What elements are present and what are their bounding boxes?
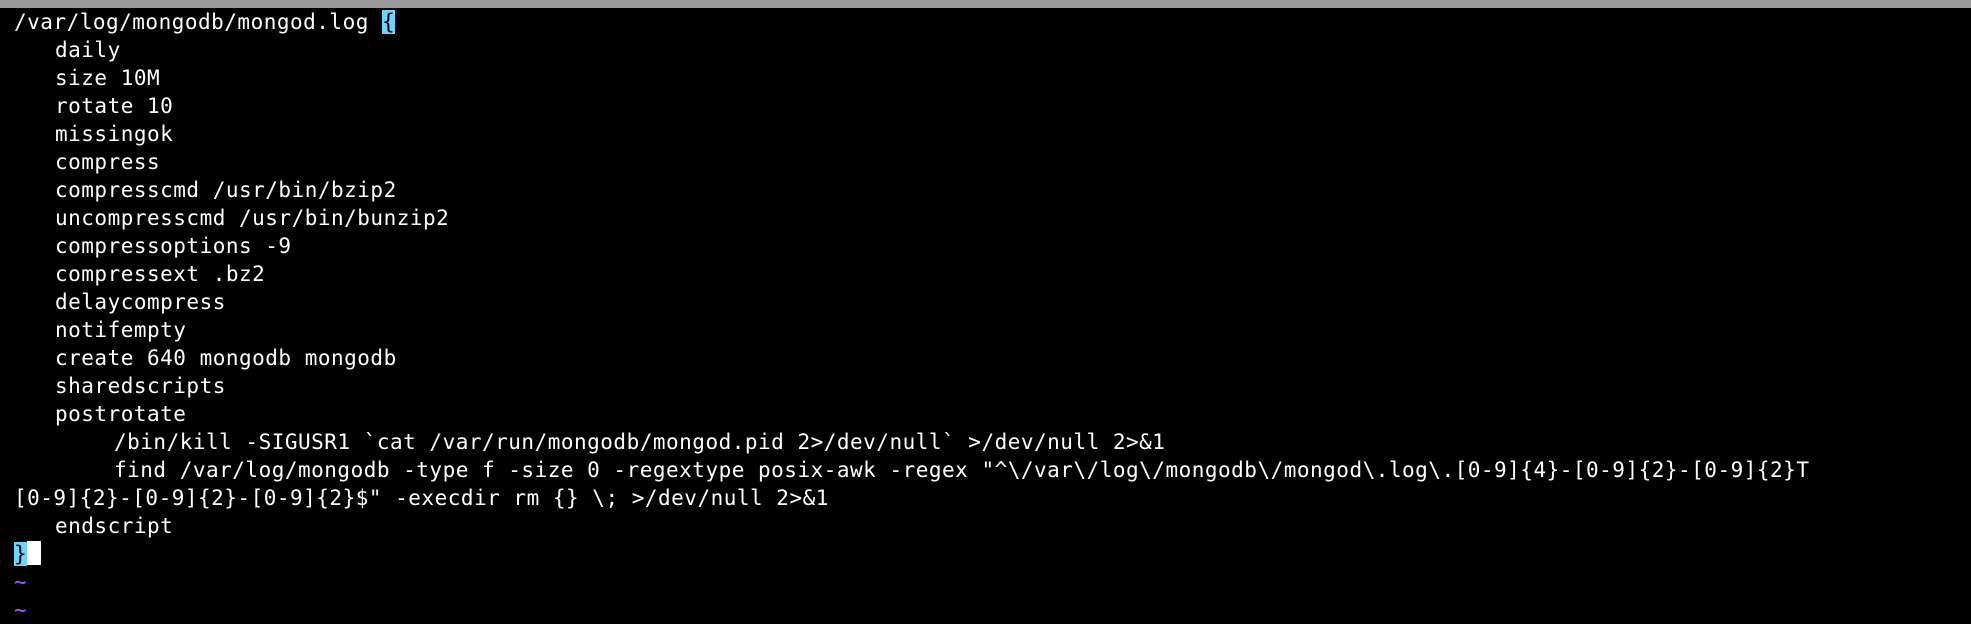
directive-line: delaycompress: [55, 290, 226, 314]
window-title-bar: [0, 0, 1971, 8]
directive-line: compressoptions -9: [55, 234, 292, 258]
directive-line: daily: [55, 38, 121, 62]
directive-line: create 640 mongodb mongodb: [55, 346, 397, 370]
directive-line: rotate 10: [55, 94, 174, 118]
postrotate-script-line: find /var/log/mongodb -type f -size 0 -r…: [114, 458, 1810, 482]
vim-editor[interactable]: /var/log/mongodb/mongod.log { daily size…: [0, 8, 1971, 622]
directive-line: missingok: [55, 122, 174, 146]
closing-brace-line[interactable]: }: [14, 540, 1971, 568]
directive-line: compress: [55, 150, 161, 174]
postrotate-script-line: /bin/kill -SIGUSR1 `cat /var/run/mongodb…: [114, 430, 1166, 454]
empty-buffer-marker: ~: [14, 598, 28, 622]
empty-buffer-marker: ~: [14, 570, 28, 594]
directive-line: uncompresscmd /usr/bin/bunzip2: [55, 206, 450, 230]
wrapped-script-line: [0-9]{2}-[0-9]{2}-[0-9]{2}$" -execdir rm…: [14, 486, 829, 510]
matched-close-brace: }: [14, 542, 28, 566]
matched-open-brace: {: [382, 10, 396, 34]
directive-line: compressext .bz2: [55, 262, 266, 286]
directive-line: sharedscripts: [55, 374, 226, 398]
directive-line: size 10M: [55, 66, 161, 90]
directive-line: notifempty: [55, 318, 187, 342]
text-cursor: [27, 541, 42, 565]
file-header-line: /var/log/mongodb/mongod.log {: [14, 8, 1971, 36]
log-path: /var/log/mongodb/mongod.log: [14, 10, 383, 34]
directive-line: compresscmd /usr/bin/bzip2: [55, 178, 397, 202]
directive-line: postrotate: [55, 402, 187, 426]
endscript-line: endscript: [55, 514, 174, 538]
